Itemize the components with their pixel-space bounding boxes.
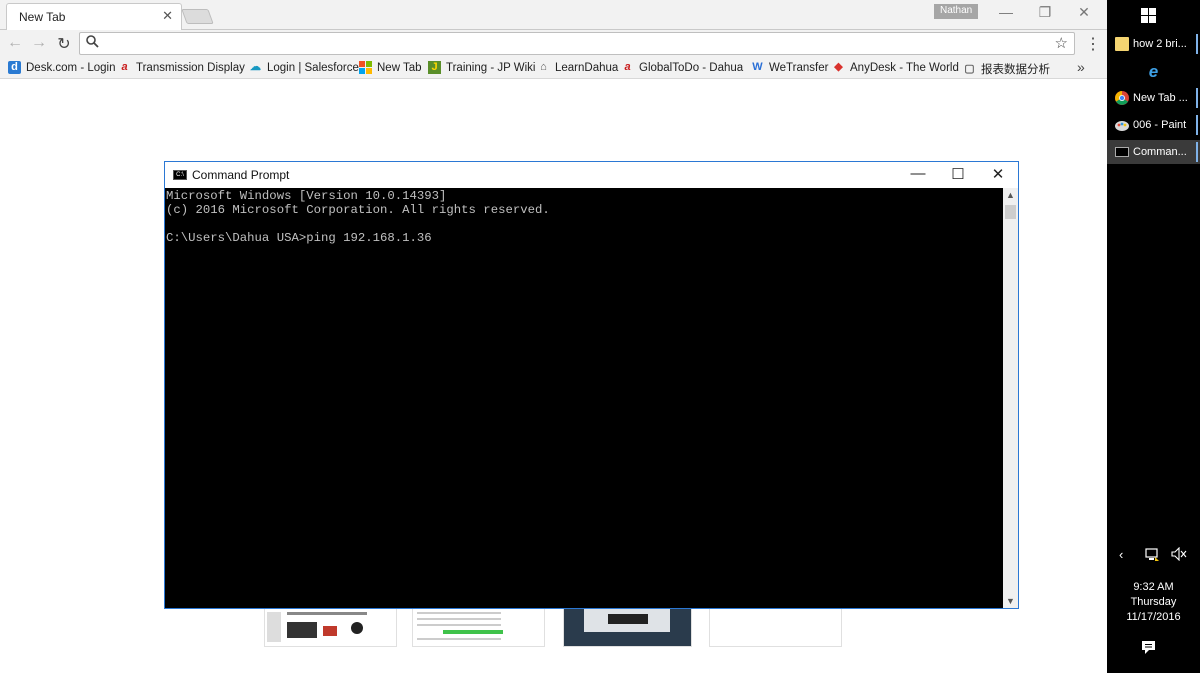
- command-prompt-window: C:\ Command Prompt — ☐ ✕ Microsoft Windo…: [164, 161, 1019, 609]
- profile-badge[interactable]: Nathan: [934, 4, 979, 19]
- taskbar-item-label: Comman...: [1133, 146, 1187, 158]
- bookmark-item[interactable]: New Tab: [359, 61, 422, 74]
- running-indicator: [1196, 88, 1198, 108]
- start-windows-icon[interactable]: [1141, 8, 1157, 24]
- star-icon[interactable]: ☆: [1055, 34, 1068, 52]
- tab-title: New Tab: [19, 10, 66, 24]
- forward-arrow-icon[interactable]: →: [28, 34, 50, 52]
- network-icon[interactable]: [1145, 548, 1160, 565]
- taskbar-item-label: New Tab ...: [1133, 92, 1188, 104]
- taskbar-item-ie[interactable]: e: [1107, 60, 1200, 84]
- wetransfer-icon: W: [752, 61, 763, 73]
- cmd-icon: C:\: [173, 170, 187, 180]
- bookmark-label: GlobalToDo - Dahua: [639, 61, 744, 74]
- bookmark-item[interactable]: W WeTransfer: [751, 61, 828, 74]
- bookmark-item[interactable]: ◆ AnyDesk - The World: [832, 61, 959, 74]
- clock-time[interactable]: 9:32 AM: [1107, 581, 1200, 593]
- running-indicator: [1196, 142, 1198, 162]
- bookmark-item[interactable]: ▢ 报表数据分析: [963, 61, 1050, 77]
- dahua-icon: a: [121, 61, 128, 73]
- bookmarks-overflow-button[interactable]: »: [1077, 59, 1085, 75]
- bookmark-item[interactable]: J Training - JP Wiki: [428, 61, 535, 74]
- most-visited-thumbnail[interactable]: [563, 607, 692, 647]
- internet-explorer-icon: e: [1148, 62, 1159, 81]
- desk-icon: d: [8, 61, 21, 74]
- chrome-icon: [1115, 91, 1129, 105]
- scroll-thumb[interactable]: [1005, 205, 1016, 219]
- bookmark-item[interactable]: ☁ Login | Salesforce: [249, 61, 359, 74]
- search-icon: [86, 35, 99, 51]
- bookmark-item[interactable]: a GlobalToDo - Dahua: [621, 61, 743, 74]
- bookmark-item[interactable]: d Desk.com - Login: [8, 61, 115, 74]
- bookmarks-bar: d Desk.com - Login a Transmission Displa…: [0, 58, 1107, 79]
- bookmark-label: AnyDesk - The World: [850, 61, 959, 74]
- bookmark-label: WeTransfer: [769, 61, 829, 74]
- kebab-menu-icon[interactable]: ⋮: [1085, 34, 1101, 54]
- bookmark-label: Transmission Display: [136, 61, 245, 74]
- most-visited-thumbnail[interactable]: [264, 607, 397, 647]
- cmd-minimize-button[interactable]: —: [903, 165, 933, 182]
- taskbar-item-explorer[interactable]: how 2 bri...: [1107, 32, 1200, 56]
- scroll-up-icon[interactable]: ▲: [1003, 190, 1018, 200]
- console-input-line: C:\Users\Dahua USA>ping 192.168.1.36: [166, 231, 432, 245]
- bookmark-label: Training - JP Wiki: [446, 61, 536, 74]
- new-tab-button[interactable]: [181, 9, 214, 24]
- running-indicator: [1196, 34, 1198, 54]
- bookmark-label: LearnDahua: [555, 61, 619, 74]
- cmd-icon: [1115, 147, 1129, 157]
- taskbar-item-label: 006 - Paint: [1133, 119, 1187, 131]
- wiki-icon: J: [428, 61, 441, 74]
- taskbar-item-cmd[interactable]: Comman...: [1107, 140, 1200, 164]
- desktop: New Tab ✕ Nathan — ❐ ✕ ← → ↻ ☆ ⋮ d Desk.…: [0, 0, 1200, 673]
- paint-icon: [1115, 118, 1129, 132]
- taskbar-item-paint[interactable]: 006 - Paint: [1107, 113, 1200, 137]
- salesforce-cloud-icon: ☁: [250, 61, 261, 73]
- console-line: (c) 2016 Microsoft Corporation. All righ…: [166, 203, 550, 217]
- restore-button[interactable]: ❐: [1035, 4, 1055, 21]
- close-button[interactable]: ✕: [1074, 4, 1094, 21]
- console-output[interactable]: Microsoft Windows [Version 10.0.14393] (c…: [165, 188, 1003, 608]
- most-visited-thumbnail[interactable]: [709, 607, 842, 647]
- bookmark-label: Desk.com - Login: [26, 61, 116, 74]
- taskbar-item-chrome[interactable]: New Tab ...: [1107, 86, 1200, 110]
- most-visited-thumbnail[interactable]: [412, 607, 545, 647]
- console-line: Microsoft Windows [Version 10.0.14393]: [166, 189, 447, 203]
- learn-icon: ⌂: [540, 61, 547, 73]
- cmd-close-button[interactable]: ✕: [983, 165, 1013, 183]
- volume-muted-icon[interactable]: [1171, 546, 1187, 564]
- taskbar: how 2 bri... e New Tab ... 006 - Paint C…: [1107, 0, 1200, 673]
- reload-icon[interactable]: ↻: [53, 34, 75, 54]
- running-indicator: [1196, 115, 1198, 135]
- console-scrollbar[interactable]: ▲ ▼: [1003, 188, 1018, 608]
- show-hidden-icons-chevron-icon[interactable]: ‹: [1119, 547, 1123, 562]
- tab-strip: New Tab ✕ Nathan — ❐ ✕: [0, 0, 1107, 30]
- bookmark-label: 报表数据分析: [981, 64, 1050, 76]
- action-center-icon[interactable]: [1141, 640, 1156, 658]
- cmd-title: Command Prompt: [192, 168, 290, 182]
- cmd-titlebar[interactable]: C:\ Command Prompt — ☐ ✕: [165, 162, 1018, 188]
- clock-day: Thursday: [1130, 596, 1177, 608]
- minimize-button[interactable]: —: [996, 4, 1016, 20]
- scroll-down-icon[interactable]: ▼: [1003, 596, 1018, 606]
- clock-date: 11/17/2016: [1126, 611, 1181, 623]
- cmd-maximize-button[interactable]: ☐: [943, 165, 973, 183]
- address-bar[interactable]: ☆: [79, 32, 1075, 55]
- back-arrow-icon[interactable]: ←: [4, 34, 26, 52]
- folder-icon: [1115, 37, 1129, 51]
- tab-new-tab[interactable]: New Tab ✕: [6, 3, 182, 30]
- dahua-icon: a: [624, 61, 631, 73]
- bookmark-label: New Tab: [377, 61, 422, 74]
- page-icon: ▢: [964, 62, 975, 75]
- windows-grid-icon: [359, 61, 372, 74]
- bookmark-item[interactable]: ⌂ LearnDahua: [537, 61, 618, 74]
- tab-close-icon[interactable]: ✕: [162, 8, 173, 24]
- anydesk-icon: ◆: [834, 61, 843, 73]
- taskbar-item-label: how 2 bri...: [1133, 38, 1187, 50]
- bookmark-label: Login | Salesforce: [267, 61, 359, 74]
- bookmark-item[interactable]: a Transmission Display: [118, 61, 245, 74]
